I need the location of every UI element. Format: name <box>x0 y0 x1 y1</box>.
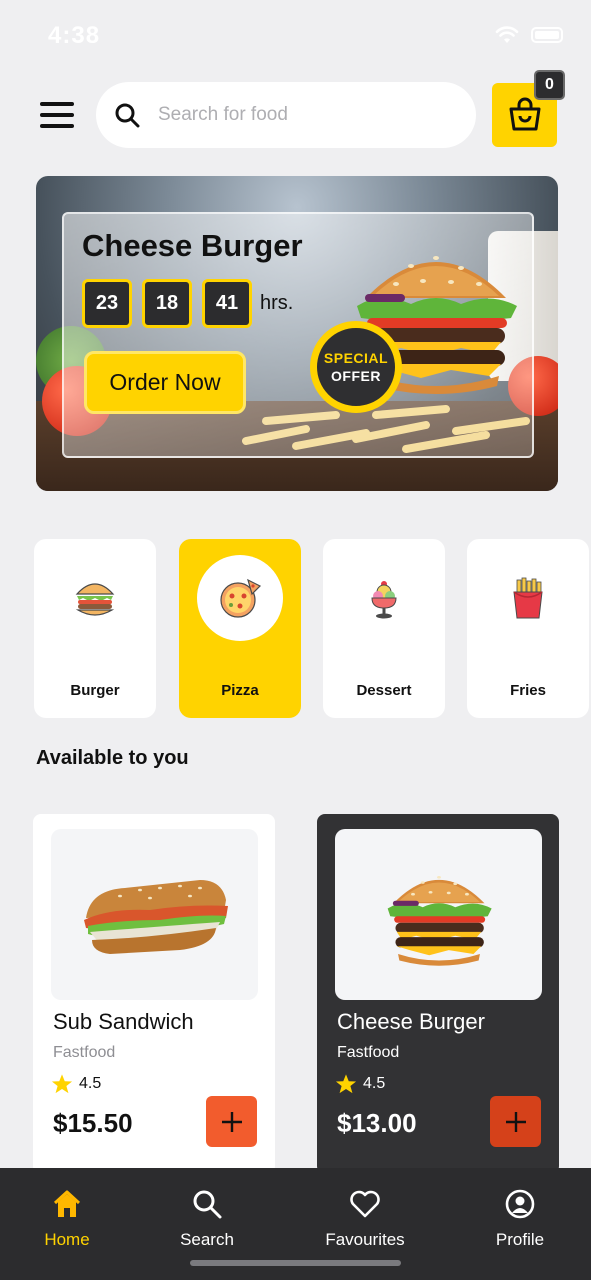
profile-icon <box>505 1189 535 1219</box>
order-now-button[interactable]: Order Now <box>84 351 246 414</box>
search-bar[interactable] <box>96 82 476 148</box>
search-icon <box>193 1190 222 1219</box>
star-icon <box>51 1074 73 1094</box>
heart-icon <box>350 1190 380 1218</box>
add-to-cart-button[interactable] <box>206 1096 257 1147</box>
plus-icon <box>505 1111 526 1132</box>
badge-line-1: SPECIAL <box>323 350 389 366</box>
tab-home[interactable]: Home <box>7 1188 127 1250</box>
burger-icon <box>75 583 115 616</box>
category-label: Pizza <box>221 682 259 699</box>
tab-profile[interactable]: Profile <box>460 1188 580 1250</box>
tab-search[interactable]: Search <box>147 1188 267 1250</box>
category-pizza[interactable]: Pizza <box>179 539 301 718</box>
product-rating: 4.5 <box>51 1073 101 1095</box>
search-input[interactable] <box>158 104 438 126</box>
timer-minutes: 18 <box>142 279 192 328</box>
product-name: Cheese Burger <box>337 1009 485 1034</box>
battery-icon <box>531 27 563 43</box>
category-dessert[interactable]: Dessert <box>323 539 445 718</box>
special-offer-badge: SPECIAL OFFER <box>310 321 402 413</box>
product-category: Fastfood <box>53 1044 116 1061</box>
status-bar: 4:38 <box>0 0 591 70</box>
category-list: Burger Pizza Dessert Fries <box>34 539 591 719</box>
promo-banner[interactable]: Cheese Burger 23 18 41 hrs. Order Now SP… <box>36 176 558 491</box>
product-category: Fastfood <box>337 1044 400 1061</box>
rating-value: 4.5 <box>363 1075 386 1092</box>
banner-title: Cheese Burger <box>82 228 303 263</box>
product-card[interactable]: Cheese Burger Fastfood 4.5 $13.00 <box>317 814 559 1174</box>
wifi-icon <box>495 26 519 43</box>
category-burger[interactable]: Burger <box>34 539 156 718</box>
status-time: 4:38 <box>48 22 101 49</box>
cheese-burger-image <box>387 875 492 966</box>
product-name: Sub Sandwich <box>53 1009 194 1034</box>
tab-favourites[interactable]: Favourites <box>305 1188 425 1250</box>
status-icons <box>495 26 563 44</box>
product-price: $15.50 <box>53 1108 133 1138</box>
category-label: Burger <box>70 682 120 699</box>
tab-label: Profile <box>495 1230 545 1249</box>
home-indicator <box>190 1260 401 1266</box>
timer-seconds: 41 <box>202 279 252 328</box>
shopping-bag-icon <box>509 97 540 131</box>
product-card[interactable]: Sub Sandwich Fastfood 4.5 $15.50 <box>33 814 275 1174</box>
tab-label: Home <box>44 1230 90 1249</box>
header <box>0 82 591 148</box>
search-icon <box>115 103 140 128</box>
tab-label: Search <box>180 1230 234 1249</box>
cart-count-badge: 0 <box>534 70 565 100</box>
add-to-cart-button[interactable] <box>490 1096 541 1147</box>
category-label: Fries <box>510 682 546 699</box>
product-rating: 4.5 <box>335 1073 385 1095</box>
category-label: Dessert <box>356 682 412 699</box>
pizza-icon <box>220 578 262 618</box>
product-price: $13.00 <box>337 1108 417 1138</box>
timer-hours: 23 <box>82 279 132 328</box>
home-icon <box>53 1190 81 1217</box>
category-fries[interactable]: Fries <box>467 539 589 718</box>
plus-icon <box>221 1111 242 1132</box>
timer-unit: hrs. <box>260 292 294 314</box>
badge-line-2: OFFER <box>331 368 381 384</box>
ice-cream-icon <box>371 581 397 619</box>
section-title: Available to you <box>36 747 189 769</box>
fries-icon <box>513 577 543 619</box>
hamburger-menu-icon[interactable] <box>40 102 74 128</box>
countdown-timer: 23 18 41 hrs. <box>82 279 293 328</box>
star-icon <box>335 1074 357 1094</box>
tab-label: Favourites <box>325 1230 405 1249</box>
sub-sandwich-image <box>83 879 228 954</box>
rating-value: 4.5 <box>79 1075 102 1092</box>
